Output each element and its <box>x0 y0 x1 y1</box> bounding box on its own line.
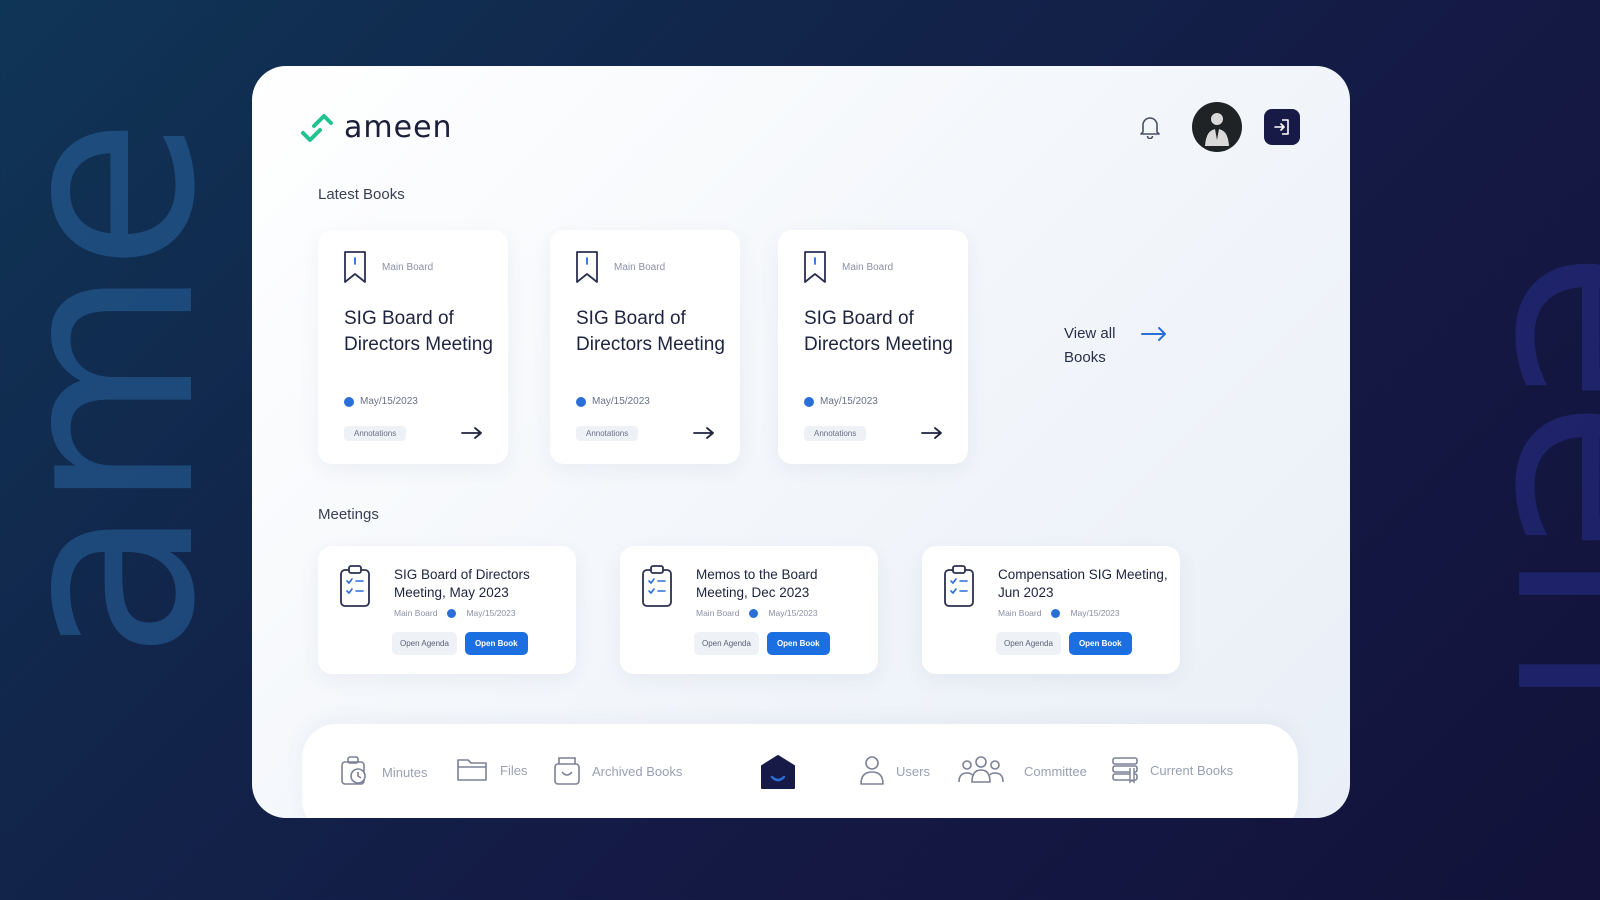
arrow-right-icon[interactable] <box>920 426 944 445</box>
meeting-title: SIG Board of Directors Meeting, May 2023 <box>394 567 530 600</box>
app-window: ameen Latest Books Main Board SIG Board … <box>252 66 1350 818</box>
open-agenda-button[interactable]: Open Agenda <box>392 632 457 655</box>
book-board: Main Board <box>614 262 666 273</box>
open-book-button[interactable]: Open Book <box>766 632 830 655</box>
meeting-board: Main Board <box>998 608 1042 618</box>
book-date: May/15/2023 <box>344 396 418 407</box>
nav-label-archived-books: Archived Books <box>592 764 683 779</box>
nav-label-users: Users <box>896 764 930 779</box>
calendar-dot-icon <box>447 608 457 618</box>
bottom-nav: Minutes Files Archived Books Users Commi… <box>302 724 1298 818</box>
meeting-date: May/15/2023 <box>1070 608 1120 618</box>
book-card[interactable]: Main Board SIG Board of Directors Meetin… <box>778 230 968 464</box>
book-date-text: May/15/2023 <box>360 396 418 407</box>
home-icon[interactable] <box>758 752 798 792</box>
nav-item-users[interactable]: Users <box>858 754 930 789</box>
calendar-dot-icon <box>1051 608 1061 618</box>
bookmark-icon <box>802 250 828 289</box>
archive-box-icon <box>552 754 582 789</box>
book-card[interactable]: Main Board SIG Board of Directors Meetin… <box>550 230 740 464</box>
book-title: SIG Board of Directors Meeting <box>576 308 725 355</box>
nav-item-archived-books[interactable]: Archived Books <box>552 754 682 789</box>
meetings-heading: Meetings <box>318 506 379 523</box>
meeting-date: May/15/2023 <box>768 608 818 618</box>
book-tag: Annotations <box>344 426 407 441</box>
book-date: May/15/2023 <box>576 396 650 407</box>
nav-label-committee: Committee <box>1024 764 1087 779</box>
calendar-dot-icon <box>576 396 586 407</box>
book-title: SIG Board of Directors Meeting <box>344 308 493 355</box>
calendar-dot-icon <box>749 608 759 618</box>
brand-logo[interactable]: ameen <box>300 110 453 145</box>
nav-item-files[interactable]: Files <box>456 754 527 787</box>
latest-books-heading: Latest Books <box>318 186 405 203</box>
open-book-button[interactable]: Open Book <box>1068 632 1132 655</box>
meeting-title: Compensation SIG Meeting, Jun 2023 <box>998 567 1168 600</box>
arrow-right-icon[interactable] <box>460 426 484 445</box>
group-users-icon <box>956 754 1006 789</box>
meeting-board: Main Board <box>394 608 438 618</box>
open-book-button[interactable]: Open Book <box>464 632 528 655</box>
nav-label-minutes: Minutes <box>382 765 428 780</box>
meeting-board: Main Board <box>696 608 740 618</box>
avatar[interactable] <box>1192 102 1242 152</box>
user-icon <box>858 754 886 789</box>
book-date-text: May/15/2023 <box>592 396 650 407</box>
bookmark-icon <box>342 250 368 289</box>
book-tag: Annotations <box>804 426 867 441</box>
meeting-title: Memos to the Board Meeting, Dec 2023 <box>696 567 818 600</box>
clipboard-checklist-icon <box>640 564 674 613</box>
open-agenda-button[interactable]: Open Agenda <box>694 632 759 655</box>
view-all-books-link[interactable]: View all Books <box>1064 322 1168 370</box>
meeting-card[interactable]: SIG Board of Directors Meeting, May 2023… <box>318 546 576 674</box>
meeting-meta: Main Board May/15/2023 <box>696 608 818 618</box>
book-board: Main Board <box>382 262 434 273</box>
meeting-date: May/15/2023 <box>466 608 516 618</box>
arrow-right-icon[interactable] <box>692 426 716 445</box>
bookmark-icon <box>574 250 600 289</box>
folder-icon <box>456 754 490 787</box>
view-all-label: View all Books <box>1064 325 1116 366</box>
nav-item-committee[interactable]: Committee <box>956 754 1087 789</box>
clipboard-checklist-icon <box>942 564 976 613</box>
meeting-card[interactable]: Memos to the Board Meeting, Dec 2023 Mai… <box>620 546 878 674</box>
meeting-card[interactable]: Compensation SIG Meeting, Jun 2023 Main … <box>922 546 1180 674</box>
meeting-meta: Main Board May/15/2023 <box>998 608 1120 618</box>
brand-name: ameen <box>344 110 453 145</box>
calendar-dot-icon <box>804 396 814 407</box>
book-title: SIG Board of Directors Meeting <box>804 308 953 355</box>
book-card[interactable]: Main Board SIG Board of Directors Meetin… <box>318 230 508 464</box>
nav-label-files: Files <box>500 763 528 778</box>
meeting-meta: Main Board May/15/2023 <box>394 608 516 618</box>
book-tag: Annotations <box>576 426 639 441</box>
logout-icon[interactable] <box>1264 109 1300 145</box>
book-board: Main Board <box>842 262 894 273</box>
book-date: May/15/2023 <box>804 396 878 407</box>
bell-icon[interactable] <box>1130 107 1170 147</box>
top-actions <box>1130 102 1300 152</box>
clipboard-checklist-icon <box>338 564 372 613</box>
book-date-text: May/15/2023 <box>820 396 878 407</box>
open-agenda-button[interactable]: Open Agenda <box>996 632 1061 655</box>
minutes-icon <box>338 754 372 791</box>
calendar-dot-icon <box>344 396 354 407</box>
logo-mark-icon <box>300 113 334 143</box>
background-watermark-left: ame <box>0 121 250 660</box>
nav-item-minutes[interactable]: Minutes <box>338 754 428 791</box>
nav-label-current-books: Current Books <box>1150 763 1234 778</box>
background-watermark-right: een <box>1460 250 1600 705</box>
stacked-books-icon <box>1110 754 1140 787</box>
arrow-right-icon <box>1140 326 1168 347</box>
nav-item-current-books[interactable]: Current Books <box>1110 754 1233 787</box>
